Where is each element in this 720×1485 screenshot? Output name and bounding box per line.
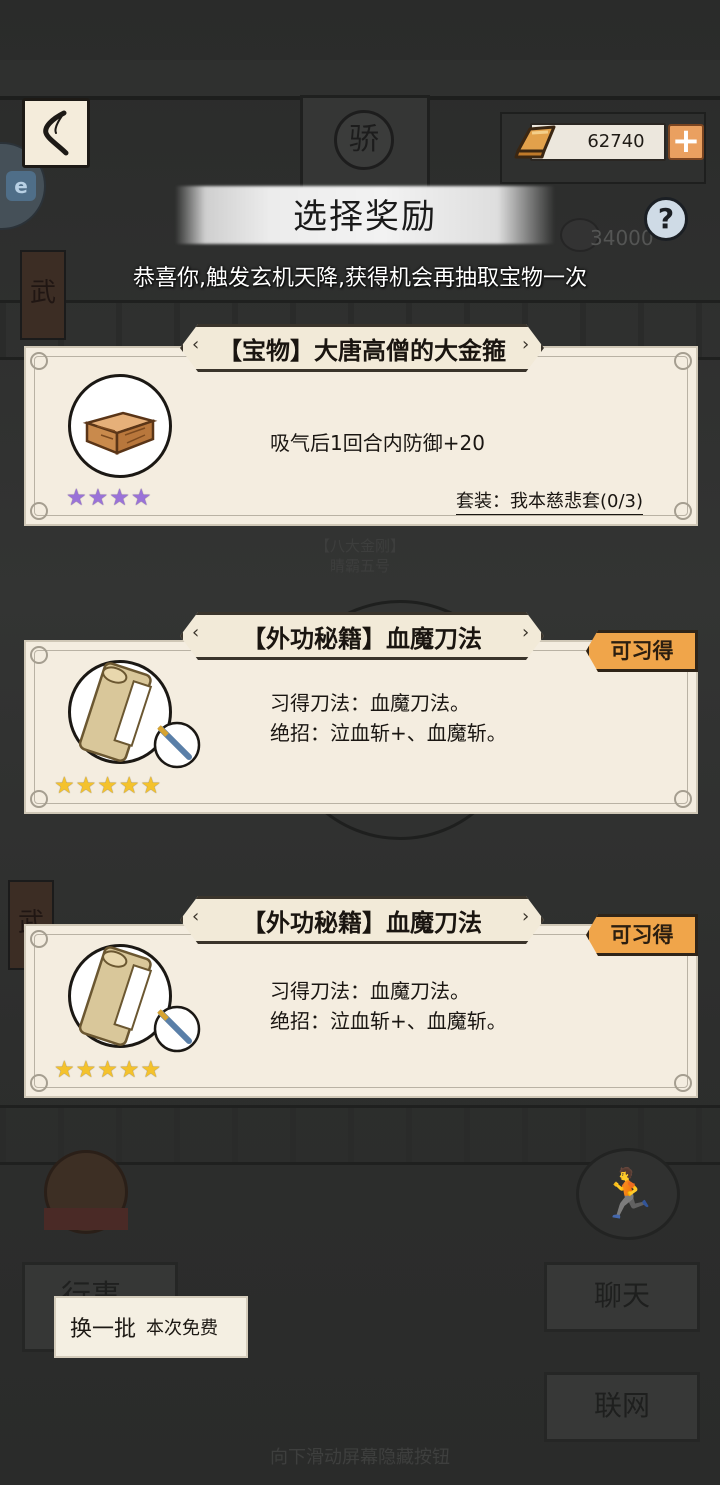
scroll-with-blade-icon <box>78 946 201 1053</box>
reward-description: 吸气后1回合内防御+20 <box>270 431 485 455</box>
star-icon: ★ <box>118 1057 140 1083</box>
star-icon: ★ <box>54 1057 75 1083</box>
refresh-free-note: 本次免费 <box>146 1318 219 1339</box>
back-arrow-icon <box>43 110 69 156</box>
star-icon: ★ <box>97 773 118 799</box>
help-button[interactable]: ? <box>644 197 688 241</box>
star-icon: ★ <box>66 485 87 511</box>
chevron-left-icon: ‹ <box>192 334 200 355</box>
card-corner-ornament <box>30 930 48 948</box>
gate-plaque: 骄 <box>334 110 394 170</box>
swipe-hint: 向下滑动屏幕隐藏按钮 <box>270 1447 450 1468</box>
card-corner-ornament <box>30 646 48 664</box>
reward-icon-frame <box>68 374 172 478</box>
chevron-left-icon: ‹ <box>192 906 200 927</box>
background-medal-ribbon <box>44 1208 128 1230</box>
star-icon: ★ <box>87 485 109 511</box>
reward-title-1: 【宝物】大唐高僧的大金箍 <box>218 336 506 365</box>
background-network-button: 联网 <box>544 1372 700 1442</box>
background-roof <box>0 60 720 100</box>
card-corner-ornament <box>674 790 692 808</box>
reward-description: 习得刀法：血魔刀法。 绝招：泣血斩+、血魔斩。 <box>270 979 507 1033</box>
chevron-right-icon: › <box>522 334 530 355</box>
star-icon: ★ <box>75 773 97 799</box>
chevron-left-icon: ‹ <box>192 622 200 643</box>
card-corner-ornament <box>674 502 692 520</box>
page-subtitle: 恭喜你,触发玄机天降,获得机会再抽取宝物一次 <box>133 266 587 291</box>
learnable-badge: 可习得 <box>586 630 698 672</box>
learnable-badge: 可习得 <box>586 914 698 956</box>
background-chat-button: 聊天 <box>544 1262 700 1332</box>
side-tab-icon: e <box>6 171 36 201</box>
star-icon: ★ <box>118 773 140 799</box>
page-title: 选择奖励 <box>293 197 437 237</box>
card-corner-ornament <box>30 352 48 370</box>
background-character-title: 【八大金刚】 <box>314 537 405 555</box>
set-bonus-link[interactable]: 套装：我本慈悲套(0/3) <box>456 490 644 515</box>
star-icon: ★ <box>130 485 152 511</box>
card-corner-ornament <box>30 790 48 808</box>
star-icon: ★ <box>97 1057 118 1083</box>
reward-description: 习得刀法：血魔刀法。 绝招：泣血斩+、血魔斩。 <box>270 691 507 745</box>
chevron-right-icon: › <box>522 622 530 643</box>
star-icon: ★ <box>75 1057 97 1083</box>
star-icon: ★ <box>140 1057 162 1083</box>
treasure-box-icon <box>82 411 158 455</box>
back-button[interactable] <box>22 98 90 168</box>
card-corner-ornament <box>30 502 48 520</box>
star-icon: ★ <box>140 773 162 799</box>
background-runner-icon: 🏃 <box>576 1148 680 1240</box>
refresh-batch-button[interactable]: 换一批 本次免费 <box>54 1296 248 1358</box>
reward-icon-frame <box>68 944 201 1053</box>
scroll-with-blade-icon <box>78 662 201 769</box>
reward-icon-frame <box>68 660 201 769</box>
star-icon: ★ <box>54 773 75 799</box>
currency-value: 62740 <box>587 131 645 152</box>
add-currency-button[interactable]: + <box>668 124 704 160</box>
reward-title-3: 【外功秘籍】血魔刀法 <box>242 908 482 937</box>
card-corner-ornament <box>30 1074 48 1092</box>
rarity-stars-2: ★ ★ ★ ★ ★ <box>54 774 161 798</box>
card-corner-ornament <box>674 352 692 370</box>
background-character-name: 睛霸五号 <box>329 557 390 575</box>
rarity-stars-1: ★ ★ ★ ★ <box>66 486 152 510</box>
refresh-label: 换一批 <box>70 1317 137 1342</box>
star-icon: ★ <box>109 485 130 511</box>
chevron-right-icon: › <box>522 906 530 927</box>
gold-ingot-icon <box>514 125 556 159</box>
reward-title-2: 【外功秘籍】血魔刀法 <box>242 624 482 653</box>
card-corner-ornament <box>674 1074 692 1092</box>
rarity-stars-3: ★ ★ ★ ★ ★ <box>54 1058 161 1082</box>
